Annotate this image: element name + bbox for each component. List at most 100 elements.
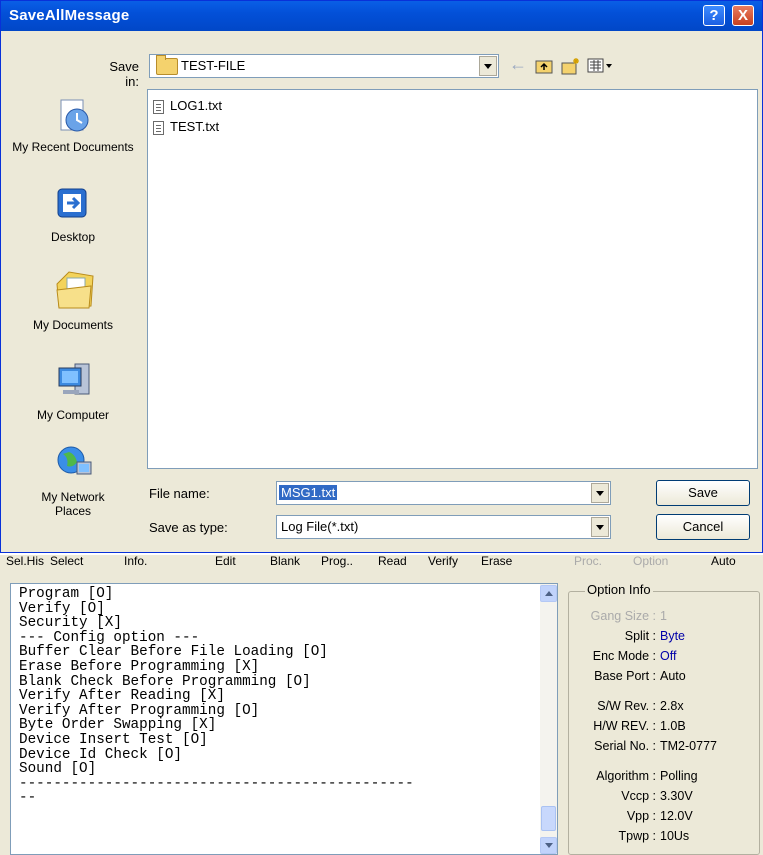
menu-sel-his[interactable]: Sel.His bbox=[6, 555, 44, 568]
menu-erase[interactable]: Erase bbox=[481, 555, 512, 568]
place-desktop[interactable]: Desktop bbox=[3, 186, 143, 244]
menu-verify[interactable]: Verify bbox=[428, 555, 458, 568]
log-line: Verify After Reading [X] bbox=[19, 688, 225, 705]
option-key: Split : bbox=[624, 629, 656, 643]
file-name-value: MSG1.txt bbox=[279, 485, 338, 500]
menu-prog[interactable]: Prog.. bbox=[321, 555, 353, 568]
option-value: 12.0V bbox=[660, 809, 693, 823]
menu-select[interactable]: Select bbox=[50, 555, 83, 568]
file-item[interactable]: TEST.txt bbox=[153, 118, 219, 136]
option-value: Polling bbox=[660, 769, 698, 783]
my-computer-icon bbox=[53, 358, 93, 404]
my-documents-icon bbox=[53, 266, 94, 314]
app-toolbar: Sel.His Select Info. Edit Blank Prog.. R… bbox=[0, 553, 763, 575]
log-line: Device Id Check [O] bbox=[19, 746, 183, 763]
menu-read[interactable]: Read bbox=[378, 555, 407, 568]
option-key: Algorithm : bbox=[596, 769, 656, 783]
option-value: Byte bbox=[660, 629, 686, 643]
place-label: My Network Places bbox=[41, 490, 105, 518]
place-my-computer[interactable]: My Computer bbox=[3, 358, 143, 422]
place-my-documents[interactable]: My Documents bbox=[3, 266, 143, 332]
place-label: My Recent Documents bbox=[12, 140, 134, 154]
close-button[interactable]: X bbox=[732, 5, 754, 26]
save-button[interactable]: Save bbox=[656, 480, 750, 506]
up-folder-icon[interactable] bbox=[535, 57, 553, 78]
log-line: -- bbox=[19, 790, 37, 807]
option-value: 1.0B bbox=[660, 719, 686, 733]
log-line: Byte Order Swapping [X] bbox=[19, 717, 217, 734]
menu-info[interactable]: Info. bbox=[124, 555, 147, 568]
option-key: Vccp : bbox=[621, 789, 656, 803]
log-line: Device Insert Test [O] bbox=[19, 731, 208, 748]
scroll-down-button[interactable] bbox=[540, 837, 557, 854]
log-line: Program [O] bbox=[19, 586, 114, 602]
network-places-icon bbox=[53, 444, 93, 486]
file-list[interactable]: LOG1.txt TEST.txt bbox=[147, 89, 758, 469]
place-recent-documents[interactable]: My Recent Documents bbox=[3, 96, 143, 154]
save-as-type-select[interactable]: Log File(*.txt) bbox=[276, 515, 611, 539]
file-name-label: File name: bbox=[149, 486, 210, 501]
help-button[interactable]: ? bbox=[703, 5, 725, 26]
dialog-title: SaveAllMessage bbox=[9, 7, 130, 24]
new-folder-icon[interactable] bbox=[561, 57, 581, 79]
views-menu-icon[interactable] bbox=[587, 57, 613, 78]
places-bar: My Recent Documents Desktop My Documents… bbox=[3, 86, 143, 526]
log-text: Program [O] Verify [O] Security [X] --- Con… bbox=[19, 587, 414, 806]
log-line: Verify After Programming [O] bbox=[19, 702, 260, 719]
scroll-thumb[interactable] bbox=[541, 806, 556, 831]
desktop-icon bbox=[53, 186, 93, 226]
log-line: --- Config option --- bbox=[19, 629, 200, 646]
scroll-up-button[interactable] bbox=[540, 585, 557, 602]
option-key: Base Port : bbox=[594, 669, 656, 683]
option-value: 2.8x bbox=[660, 699, 684, 713]
file-item[interactable]: LOG1.txt bbox=[153, 97, 222, 115]
option-value: 3.30V bbox=[660, 789, 693, 803]
chevron-down-icon[interactable] bbox=[479, 56, 497, 76]
file-name-input[interactable]: MSG1.txt bbox=[276, 481, 611, 505]
option-key: Enc Mode : bbox=[592, 649, 656, 663]
text-file-icon bbox=[153, 99, 164, 114]
log-line: Buffer Clear Before File Loading [O] bbox=[19, 644, 328, 661]
log-line: Blank Check Before Programming [O] bbox=[19, 673, 311, 690]
save-in-dropdown[interactable]: TEST-FILE bbox=[149, 54, 499, 78]
option-value: 10Us bbox=[660, 829, 690, 843]
option-value: Auto bbox=[660, 669, 686, 683]
option-key: Vpp : bbox=[626, 809, 656, 823]
save-dialog: SaveAllMessage ? X Save in: TEST-FILE ← … bbox=[0, 0, 763, 553]
place-label: Desktop bbox=[50, 230, 96, 244]
menu-edit[interactable]: Edit bbox=[215, 555, 236, 568]
text-file-icon bbox=[153, 120, 164, 135]
log-line: Security [X] bbox=[19, 615, 122, 632]
log-line: Erase Before Programming [X] bbox=[19, 658, 260, 675]
save-in-label: Save in: bbox=[109, 59, 139, 89]
menu-proc: Proc. bbox=[574, 554, 603, 568]
chevron-down-icon[interactable] bbox=[591, 517, 609, 537]
place-label: My Computer bbox=[36, 408, 110, 422]
menu-option: Option bbox=[633, 554, 669, 568]
save-in-value: TEST-FILE bbox=[181, 58, 246, 73]
log-scrollbar[interactable] bbox=[540, 584, 557, 854]
option-value: 1 bbox=[660, 609, 667, 623]
folder-icon bbox=[156, 55, 178, 75]
message-log[interactable]: Program [O] Verify [O] Security [X] --- Con… bbox=[10, 583, 558, 855]
option-value: TM2-0777 bbox=[660, 739, 717, 753]
place-network[interactable]: My Network Places bbox=[3, 444, 143, 518]
recent-documents-icon bbox=[53, 96, 93, 136]
chevron-down-icon[interactable] bbox=[591, 483, 609, 503]
save-as-type-label: Save as type: bbox=[149, 520, 228, 535]
save-as-type-value: Log File(*.txt) bbox=[281, 519, 359, 534]
menu-auto[interactable]: Auto bbox=[711, 555, 736, 568]
log-line: Verify [O] bbox=[19, 600, 105, 617]
option-info-title: Option Info bbox=[585, 582, 653, 597]
option-value: Off bbox=[660, 649, 677, 663]
option-key: H/W REV. : bbox=[593, 719, 656, 733]
cancel-button[interactable]: Cancel bbox=[656, 514, 750, 540]
option-key: S/W Rev. : bbox=[597, 699, 656, 713]
menu-blank[interactable]: Blank bbox=[270, 555, 300, 568]
log-line: Sound [O] bbox=[19, 761, 97, 778]
option-key: Serial No. : bbox=[594, 739, 656, 753]
option-key: Tpwp : bbox=[618, 829, 656, 843]
back-icon[interactable]: ← bbox=[509, 54, 527, 75]
option-key: Gang Size : bbox=[590, 609, 656, 623]
title-bar[interactable]: SaveAllMessage ? X bbox=[1, 1, 762, 31]
